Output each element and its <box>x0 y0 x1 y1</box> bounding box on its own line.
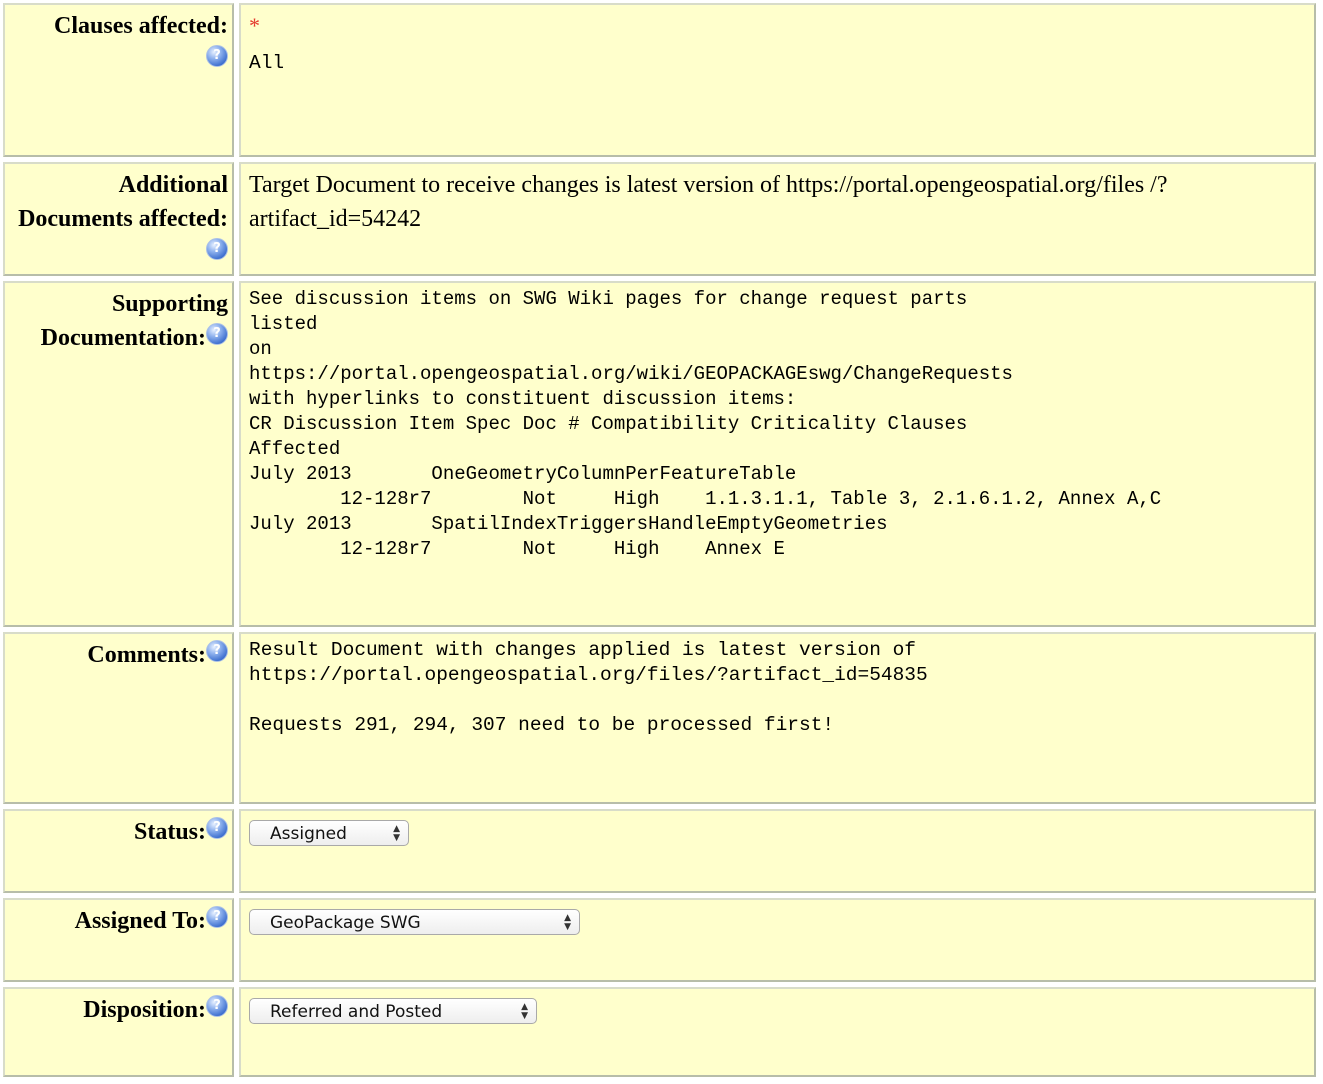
help-icon[interactable]: ? <box>206 238 228 260</box>
comments-text[interactable]: Result Document with changes applied is … <box>249 638 1310 738</box>
select-arrows-icon: ▲ ▼ <box>521 1002 528 1021</box>
help-icon[interactable]: ? <box>206 906 228 928</box>
change-request-form: Clauses affected: ? * All Additional Doc… <box>0 0 1321 1082</box>
assigned-to-label: Assigned To: <box>74 908 206 934</box>
assigned-to-selected-value: GeoPackage SWG <box>270 913 421 933</box>
status-select[interactable]: Assigned ▲ ▼ <box>249 820 409 846</box>
select-arrows-icon: ▲ ▼ <box>393 824 400 843</box>
help-icon[interactable]: ? <box>206 995 228 1017</box>
assigned-to-select[interactable]: GeoPackage SWG ▲ ▼ <box>249 909 580 935</box>
status-label: Status: <box>133 819 206 845</box>
row-additional-documents: Additional Documents affected:? Target D… <box>3 162 1316 276</box>
row-comments: Comments:? Result Document with changes … <box>3 632 1316 804</box>
assigned-to-value-cell: GeoPackage SWG ▲ ▼ <box>239 898 1316 982</box>
disposition-label: Disposition: <box>83 997 206 1023</box>
disposition-label-cell: Disposition:? <box>3 987 234 1077</box>
disposition-select[interactable]: Referred and Posted ▲ ▼ <box>249 998 537 1024</box>
clauses-affected-label-cell: Clauses affected: ? <box>3 3 234 157</box>
comments-label: Comments: <box>87 642 206 668</box>
row-clauses-affected: Clauses affected: ? * All <box>3 3 1316 157</box>
row-status: Status:? Assigned ▲ ▼ <box>3 809 1316 893</box>
clauses-affected-value-cell[interactable]: * All <box>239 3 1316 157</box>
status-label-cell: Status:? <box>3 809 234 893</box>
supporting-documentation-text[interactable]: See discussion items on SWG Wiki pages f… <box>249 287 1310 562</box>
row-disposition: Disposition:? Referred and Posted ▲ ▼ <box>3 987 1316 1077</box>
additional-documents-value-cell[interactable]: Target Document to receive changes is la… <box>239 162 1316 276</box>
additional-documents-label-cell: Additional Documents affected:? <box>3 162 234 276</box>
additional-documents-text[interactable]: Target Document to receive changes is la… <box>249 172 1168 232</box>
row-assigned-to: Assigned To:? GeoPackage SWG ▲ ▼ <box>3 898 1316 982</box>
help-icon[interactable]: ? <box>206 323 228 345</box>
additional-documents-label: Additional Documents affected: <box>18 172 228 232</box>
help-icon[interactable]: ? <box>206 817 228 839</box>
supporting-documentation-value-cell[interactable]: See discussion items on SWG Wiki pages f… <box>239 281 1316 627</box>
disposition-value-cell: Referred and Posted ▲ ▼ <box>239 987 1316 1077</box>
supporting-documentation-label-cell: Supporting Documentation:? <box>3 281 234 627</box>
required-marker: * <box>249 13 260 38</box>
select-arrows-icon: ▲ ▼ <box>564 913 571 932</box>
clauses-affected-text[interactable]: All <box>249 51 1310 76</box>
status-value-cell: Assigned ▲ ▼ <box>239 809 1316 893</box>
clauses-affected-label: Clauses affected: <box>54 13 228 39</box>
comments-label-cell: Comments:? <box>3 632 234 804</box>
disposition-selected-value: Referred and Posted <box>270 1002 443 1022</box>
row-supporting-documentation: Supporting Documentation:? See discussio… <box>3 281 1316 627</box>
help-icon[interactable]: ? <box>206 640 228 662</box>
supporting-documentation-label: Supporting Documentation: <box>40 291 228 351</box>
comments-value-cell[interactable]: Result Document with changes applied is … <box>239 632 1316 804</box>
assigned-to-label-cell: Assigned To:? <box>3 898 234 982</box>
help-icon[interactable]: ? <box>206 45 228 67</box>
status-selected-value: Assigned <box>270 824 347 844</box>
